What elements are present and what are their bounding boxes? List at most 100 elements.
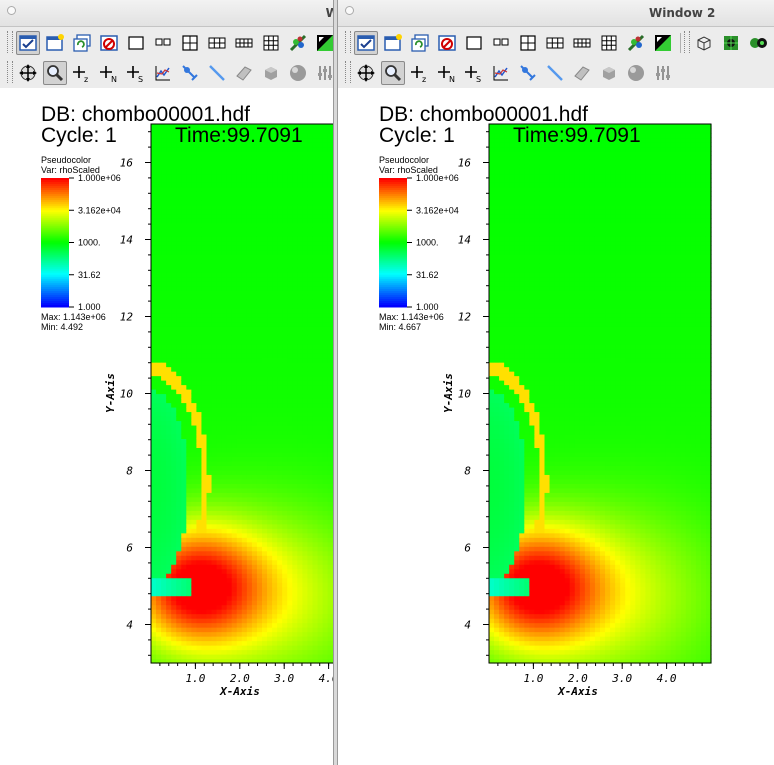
point-tool-button[interactable]: [178, 61, 202, 85]
delete-window-button[interactable]: [435, 31, 459, 55]
layout-2x3-button[interactable]: [543, 31, 567, 55]
window-menu-icon[interactable]: [345, 6, 354, 15]
legend-max: Max: 1.143e+06: [379, 312, 444, 322]
layout-1x2-button[interactable]: [151, 31, 175, 55]
database-label: DB: chombo00001.hdf: [379, 103, 588, 126]
clone-window-button[interactable]: [408, 31, 432, 55]
sphere-tool-button[interactable]: [624, 61, 648, 85]
cycle-label: Cycle: 1: [41, 124, 117, 147]
line-tool-icon: [547, 65, 563, 81]
new-window-button[interactable]: [43, 31, 67, 55]
layout-2x2-button[interactable]: [516, 31, 540, 55]
lock-view-button[interactable]: [624, 31, 648, 55]
box-tool-button[interactable]: [259, 61, 283, 85]
lock-view-button[interactable]: [286, 31, 310, 55]
clone-window-button[interactable]: [70, 31, 94, 55]
plane-tool-button[interactable]: [232, 61, 256, 85]
zoom-icon: [47, 65, 64, 82]
window-titlebar[interactable]: Window 2: [338, 0, 774, 27]
lock-view-icon: [627, 34, 645, 52]
layout-3x3-button[interactable]: [259, 31, 283, 55]
x-tick-label: 2.0: [568, 672, 588, 685]
delete-window-button[interactable]: [97, 31, 121, 55]
layout-1x1-button[interactable]: [462, 31, 486, 55]
time-label: Time:99.7091: [513, 124, 641, 147]
axis-restriction-button[interactable]: [651, 61, 675, 85]
line-tool-button[interactable]: [205, 61, 229, 85]
spin-button[interactable]: [719, 31, 743, 55]
layout-2x3-icon: [208, 37, 226, 49]
window-titlebar[interactable]: Wi: [0, 0, 333, 27]
navigate-button[interactable]: [354, 61, 378, 85]
cycle-label: Cycle: 1: [379, 124, 455, 147]
x-tick-label: 3.0: [611, 672, 632, 685]
zone-pick-button[interactable]: z: [408, 61, 432, 85]
window-title: Wi: [325, 6, 333, 20]
y-tick-label: 8: [126, 465, 133, 478]
y-tick-label: 6: [126, 542, 133, 555]
layout-2x2-icon: [520, 35, 536, 51]
layout-1x1-icon: [128, 36, 144, 50]
new-window-button[interactable]: [381, 31, 405, 55]
legend-tick-label: 1.000e+06: [416, 173, 459, 183]
invert-background-button[interactable]: [313, 31, 333, 55]
window-menu-icon[interactable]: [7, 6, 16, 15]
toolbar-grip[interactable]: [345, 61, 351, 83]
layout-2x4-button[interactable]: [232, 31, 256, 55]
pseudocolor-plot: DB: chombo00001.hdfCycle: 1 Time:99.7091 P…: [41, 103, 333, 698]
zone-pick-button[interactable]: z: [70, 61, 94, 85]
layout-1x2-button[interactable]: [489, 31, 513, 55]
render-viewport[interactable]: DB: chombo00001.hdf Cycle: 1 Time:99.7091 P…: [0, 88, 333, 765]
layout-3x3-button[interactable]: [597, 31, 621, 55]
axis-restriction-icon: [656, 66, 670, 80]
active-window-button[interactable]: [16, 31, 40, 55]
toolbar-grip[interactable]: [345, 31, 351, 53]
x-tick-label: 4.0: [657, 672, 677, 685]
navigate-button[interactable]: [16, 61, 40, 85]
layout-2x3-button[interactable]: [205, 31, 229, 55]
plane-tool-button[interactable]: [570, 61, 594, 85]
legend-max: Max: 1.143e+06: [41, 312, 106, 322]
y-tick-label: 16: [458, 157, 472, 170]
legend-tick-label: 1.000: [78, 302, 101, 312]
toolbar-grip[interactable]: [7, 61, 13, 83]
node-pick-button[interactable]: N: [435, 61, 459, 85]
invert-background-button[interactable]: [651, 31, 675, 55]
sphere-tool-button[interactable]: [286, 61, 310, 85]
legend-tick-label: 3.162e+04: [78, 205, 121, 215]
new-window-icon: [384, 34, 402, 51]
sync-button[interactable]: [746, 31, 770, 55]
lineout-button[interactable]: [489, 61, 513, 85]
point-tool-button[interactable]: [516, 61, 540, 85]
toolbar-grip[interactable]: [684, 31, 690, 53]
zoom-button[interactable]: [381, 61, 405, 85]
layout-1x2-icon: [493, 38, 509, 46]
active-window-icon: [19, 35, 37, 51]
box-tool-button[interactable]: [597, 61, 621, 85]
x-tick-label: 1.0: [523, 672, 543, 685]
new-window-icon: [46, 34, 64, 51]
toolbar-grip[interactable]: [7, 31, 13, 53]
spreadsheet-pick-button[interactable]: S: [462, 61, 486, 85]
active-window-button[interactable]: [354, 31, 378, 55]
clone-window-icon: [73, 34, 91, 52]
zoom-button[interactable]: [43, 61, 67, 85]
spreadsheet-pick-button[interactable]: S: [124, 61, 148, 85]
render-viewport[interactable]: DB: chombo00001.hdf Cycle: 1 Time:99.7091 P…: [338, 88, 774, 765]
axis-restriction-button[interactable]: [313, 61, 333, 85]
layout-1x1-button[interactable]: [124, 31, 148, 55]
y-tick-label: 8: [464, 465, 471, 478]
line-tool-button[interactable]: [543, 61, 567, 85]
view-3d-button[interactable]: [692, 31, 716, 55]
node-pick-button[interactable]: N: [97, 61, 121, 85]
window-toolbar: [0, 28, 333, 58]
legend-min: Min: 4.492: [41, 322, 83, 332]
y-tick-label: 6: [464, 542, 471, 555]
axis-restriction-icon: [318, 66, 332, 80]
layout-2x4-button[interactable]: [570, 31, 594, 55]
spreadsheet-pick-icon: S: [127, 66, 143, 83]
lineout-button[interactable]: [151, 61, 175, 85]
database-label: DB: chombo00001.hdf: [41, 103, 250, 126]
visualization-window-2: Window 2 zNS DB: chombo00001.hdf Cycle: 1…: [338, 0, 774, 765]
layout-2x2-button[interactable]: [178, 31, 202, 55]
